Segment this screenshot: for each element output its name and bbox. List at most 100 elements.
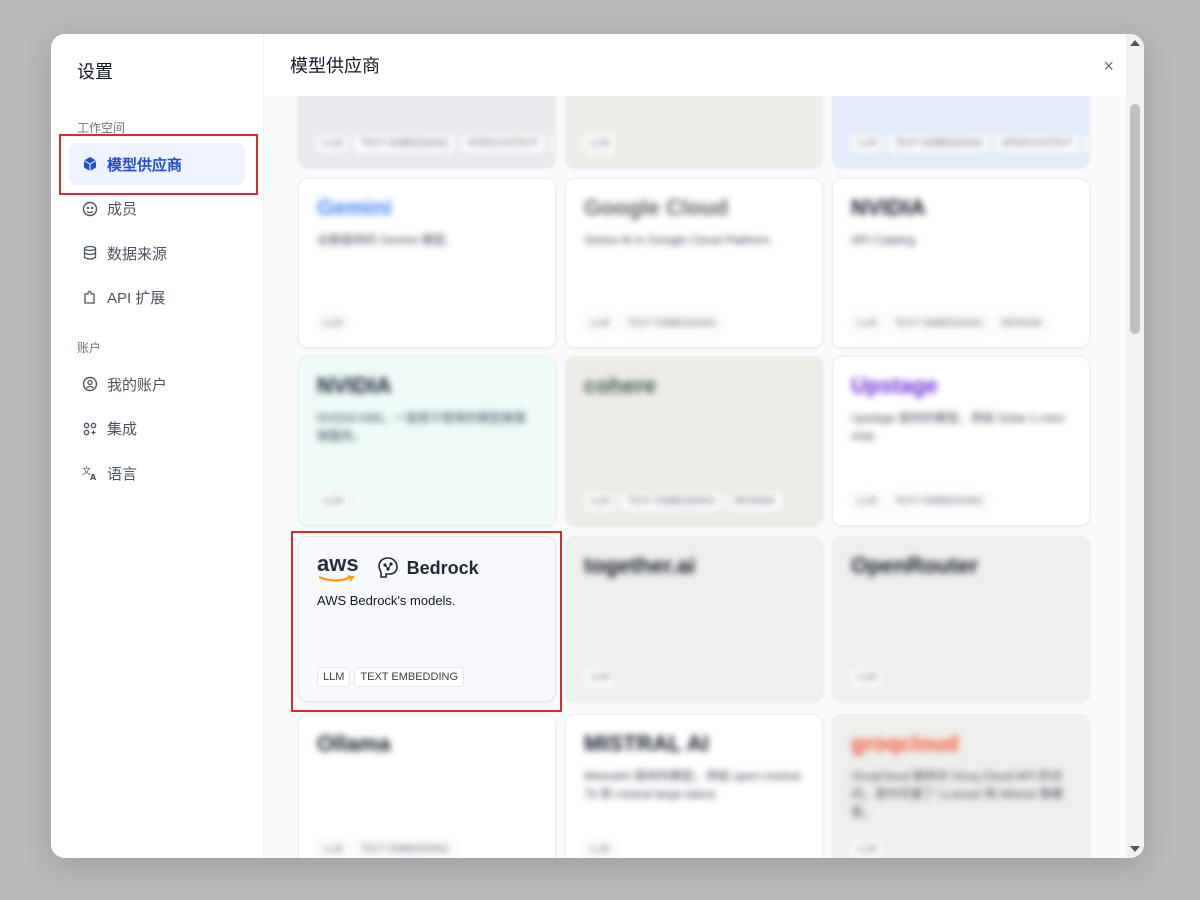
translate-icon: 文A — [82, 465, 98, 481]
aws-smile-icon — [318, 575, 355, 582]
provider-tag: LLM — [317, 314, 349, 333]
provider-card[interactable]: Ollama LLM TEXT EMBEDDING — [298, 714, 556, 858]
provider-name: Gemini — [317, 195, 392, 220]
sidebar-item-4[interactable]: 我的账户 — [69, 363, 245, 405]
provider-tags: LLM — [584, 840, 616, 858]
sidebar-item-5[interactable]: 集成 — [69, 408, 245, 450]
provider-tag: LLM — [851, 840, 883, 858]
provider-tags: LLMTEXT EMBEDDINGSPEECH2TEXTMODERATIONTT… — [317, 134, 555, 153]
provider-tags: LLM TEXT EMBEDDING — [584, 314, 723, 333]
main-panel: 模型供应商 × LLMTEXT EMBEDDINGSPEECH2TEXTMODE… — [264, 34, 1144, 858]
provider-description: NVIDIA NIM，一组易于使用的模型推理微服务。 — [317, 411, 526, 443]
provider-tags: LLM — [851, 840, 883, 858]
sidebar-item-label: 数据来源 — [107, 245, 168, 263]
aws-bedrock-logo: aws Bedrock — [317, 553, 479, 583]
svg-text:A: A — [90, 473, 97, 481]
aws-logo-text: aws — [317, 551, 359, 576]
scroll-up-arrow-icon[interactable] — [1130, 40, 1140, 46]
provider-tag: LLM — [851, 668, 883, 687]
members-icon — [82, 201, 98, 217]
provider-description: Upstage 提供的模型，例如 Solar-1-mini-chat. — [851, 411, 1068, 443]
provider-name: MISTRAL AI — [584, 731, 709, 756]
provider-tags: LLM TEXT EMBEDDING RERANK — [584, 492, 782, 511]
sidebar-item-1[interactable]: 成员 — [69, 188, 245, 230]
puzzle-icon — [82, 290, 98, 306]
provider-tag: LLM — [851, 492, 883, 511]
provider-tag: LLM — [317, 840, 349, 858]
provider-tag: LLM — [317, 492, 349, 511]
provider-card[interactable]: MISTRAL AI MistralAI 提供的模型，例如 open-mistra… — [565, 714, 823, 858]
provider-tag: LLM — [317, 667, 351, 687]
sidebar-item-3[interactable]: API 扩展 — [69, 277, 245, 319]
sidebar-item-2[interactable]: 数据来源 — [69, 232, 245, 274]
provider-tags: LLM TEXT EMBEDDING SPEECH2TEXT TTS — [851, 134, 1089, 153]
sidebar-item-label: 语言 — [107, 465, 138, 483]
workspace-section-label: 工作空间 — [77, 121, 126, 135]
provider-card-aws-bedrock[interactable]: aws Bedrock AWS Bedrock's models. LLM TEX… — [298, 536, 556, 702]
provider-card[interactable]: Google Cloud Vertex AI in Google Cloud Pl… — [565, 178, 823, 348]
provider-tag: TEXT EMBEDDING — [354, 840, 456, 858]
provider-card[interactable]: OpenRouter LLM — [832, 536, 1090, 702]
provider-card[interactable]: cohere LLM TEXT EMBEDDING RERANK — [565, 356, 823, 526]
bedrock-label: Bedrock — [406, 557, 479, 578]
provider-tag: LLM — [584, 840, 616, 858]
sidebar-item-label: 我的账户 — [107, 376, 168, 394]
provider-description: AWS Bedrock's models. — [317, 593, 456, 608]
provider-tag: RERANK — [728, 492, 782, 511]
provider-tag: TEXT EMBEDDING — [888, 134, 990, 153]
provider-tags: LLM — [317, 314, 349, 333]
provider-tags: LLM TEXT EMBEDDING RERANK — [851, 314, 1049, 333]
sidebar-item-label: 集成 — [107, 421, 138, 438]
provider-description: MistralAI 提供的模型，例如 open-mistral-7b 和 mis… — [584, 769, 804, 801]
provider-card[interactable]: groqcloud GroqCloud 提供对 Groq Cloud API 的访… — [832, 714, 1090, 858]
provider-tags: LLM TEXT EMBEDDING — [851, 492, 990, 511]
provider-tags: LLM TEXT EMBEDDING — [317, 840, 456, 858]
settings-modal: 设置 工作空间 模型供应商 成员 数据来源 API 扩展 账户 我的账户 集成文 A 语言 … — [51, 34, 1144, 858]
provider-name: NVIDIA — [851, 195, 926, 220]
scroll-down-arrow-icon[interactable] — [1130, 846, 1140, 852]
provider-description: Vertex AI in Google Cloud Platform. — [584, 233, 773, 247]
page-title: 模型供应商 — [290, 56, 380, 76]
provider-description: API Catalog — [851, 233, 916, 247]
provider-tag: SPEECH2TEXT — [995, 134, 1080, 153]
provider-tag: TEXT EMBEDDING — [621, 492, 723, 511]
database-icon — [82, 245, 98, 261]
sidebar-item-label: 成员 — [107, 201, 138, 218]
main-header: 模型供应商 — [264, 34, 1126, 96]
provider-tag: TEXT EMBEDDING — [621, 314, 723, 333]
provider-tag: TEXT EMBEDDING — [888, 492, 990, 511]
provider-card[interactable]: Gemini 谷歌提供的 Gemini 模型. LLM — [298, 178, 556, 348]
provider-tag: LLM — [584, 314, 616, 333]
user-circle-icon — [82, 376, 98, 392]
provider-tag: SPEECH2TEXT — [461, 134, 546, 153]
provider-card[interactable]: together.ai LLM — [565, 536, 823, 702]
provider-tag: TEXT EMBEDDING — [888, 314, 990, 333]
provider-tag: TEXT EMBEDDING — [354, 667, 464, 687]
provider-tags: LLM — [584, 134, 616, 153]
provider-tag: MODERATION — [551, 134, 555, 153]
scrollbar[interactable] — [1126, 34, 1144, 858]
provider-description: 谷歌提供的 Gemini 模型. — [317, 233, 450, 247]
integration-icon — [82, 421, 98, 437]
provider-tags: LLM TEXT EMBEDDING — [317, 667, 464, 687]
provider-tag: TTS — [1085, 134, 1089, 153]
provider-tag: LLM — [851, 134, 883, 153]
provider-tag: RERANK — [995, 314, 1049, 333]
provider-name: OpenRouter — [851, 553, 979, 578]
provider-card[interactable]: NVIDIA NVIDIA NIM，一组易于使用的模型推理微服务。 LLM — [298, 356, 556, 526]
sidebar-item-label: 模型供应商 — [107, 156, 183, 174]
scroll-thumb[interactable] — [1130, 104, 1140, 334]
close-button[interactable]: × — [1103, 56, 1114, 77]
provider-tags: LLM — [584, 668, 616, 687]
provider-name: Ollama — [317, 731, 391, 756]
provider-name: cohere — [584, 373, 657, 398]
provider-card[interactable]: Upstage Upstage 提供的模型，例如 Solar-1-mini-cha… — [832, 356, 1090, 526]
sidebar-item-0[interactable]: 模型供应商 — [69, 143, 245, 185]
provider-tag: LLM — [851, 314, 883, 333]
provider-name: Upstage — [851, 373, 938, 398]
sidebar-item-6[interactable]: 文 A 语言 — [69, 452, 245, 494]
provider-name: NVIDIA — [317, 373, 392, 398]
provider-card[interactable]: NVIDIA API Catalog LLM TEXT EMBEDDING RERANK — [832, 178, 1090, 348]
provider-name: Google Cloud — [584, 195, 729, 220]
provider-name: together.ai — [584, 553, 696, 578]
